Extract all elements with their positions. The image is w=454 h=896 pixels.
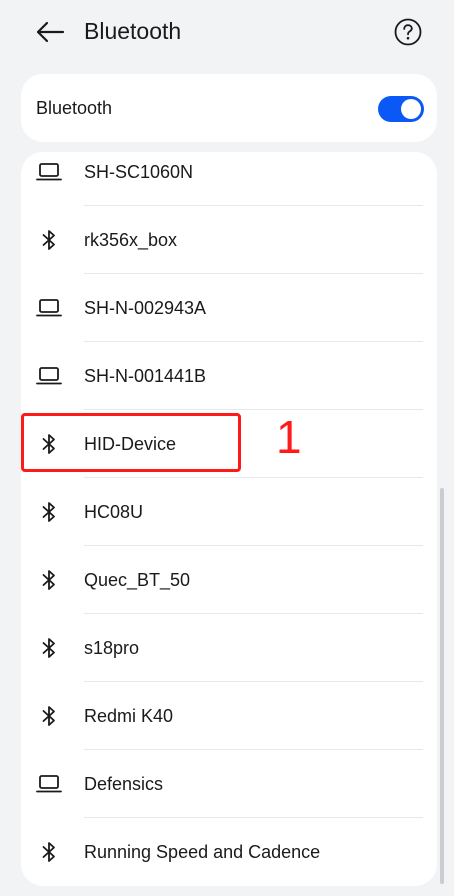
annotation-highlight-box <box>21 413 241 472</box>
device-row[interactable]: Quec_BT_50 <box>21 546 437 614</box>
device-name: SH-SC1060N <box>84 162 194 182</box>
laptop-icon <box>35 770 63 798</box>
device-row[interactable]: SH-N-002943A <box>21 274 437 342</box>
annotation-label: 1 <box>276 411 302 463</box>
device-row[interactable]: s18pro <box>21 614 437 682</box>
laptop-icon <box>35 294 63 322</box>
device-name: Running Speed and Cadence <box>84 842 321 862</box>
switch-knob <box>401 99 421 119</box>
device-list-inner: SH-SC1060N rk356x_box SH-N-002943A SH-N-001… <box>21 152 437 886</box>
device-row[interactable]: Defensics <box>21 750 437 818</box>
top-bar: Bluetooth <box>0 0 454 64</box>
bluetooth-icon <box>35 226 63 254</box>
device-name: s18pro <box>84 638 140 658</box>
question-circle-icon <box>394 18 422 46</box>
device-name: Quec_BT_50 <box>84 570 191 590</box>
back-button[interactable] <box>30 14 70 50</box>
page-title: Bluetooth <box>84 18 182 44</box>
laptop-icon <box>35 158 63 186</box>
arrow-left-icon <box>36 21 65 43</box>
laptop-icon <box>35 362 63 390</box>
device-row[interactable]: HC08U <box>21 478 437 546</box>
bluetooth-toggle-label: Bluetooth <box>36 98 113 118</box>
bluetooth-icon <box>35 498 63 526</box>
device-row[interactable]: Redmi K40 <box>21 682 437 750</box>
bluetooth-toggle-card: Bluetooth <box>21 74 437 142</box>
device-list: SH-SC1060N rk356x_box SH-N-002943A SH-N-001… <box>21 152 437 886</box>
device-name: Defensics <box>84 774 164 794</box>
device-name: SH-N-002943A <box>84 298 207 318</box>
device-name: Redmi K40 <box>84 706 174 726</box>
device-name: rk356x_box <box>84 230 178 250</box>
device-row[interactable]: SH-N-001441B <box>21 342 437 410</box>
bluetooth-switch[interactable] <box>378 96 424 122</box>
bluetooth-icon <box>35 838 63 866</box>
bluetooth-icon <box>35 566 63 594</box>
device-row[interactable]: Running Speed and Cadence <box>21 818 437 886</box>
device-row[interactable]: SH-SC1060N <box>21 152 437 206</box>
device-name: SH-N-001441B <box>84 366 207 386</box>
help-button[interactable] <box>390 14 426 50</box>
scrollbar[interactable] <box>440 488 444 884</box>
bluetooth-icon <box>35 702 63 730</box>
device-name: HC08U <box>84 502 144 522</box>
device-row[interactable]: rk356x_box <box>21 206 437 274</box>
bluetooth-icon <box>35 634 63 662</box>
